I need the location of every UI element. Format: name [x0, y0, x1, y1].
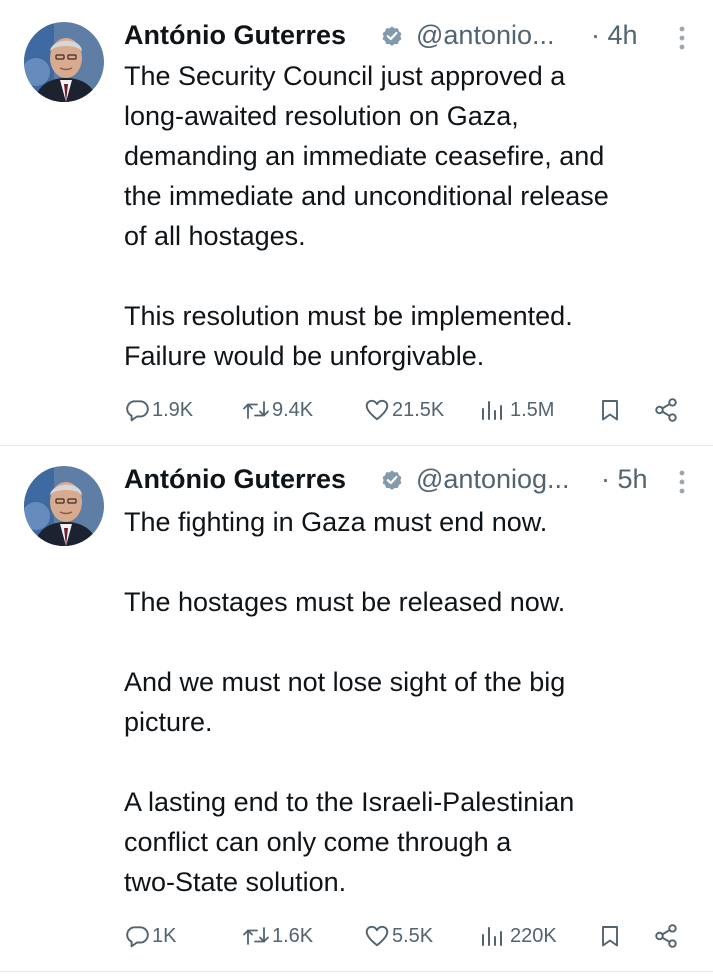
views-button[interactable]: 1.5M [480, 392, 554, 428]
share-icon [655, 924, 677, 948]
tweet-header: António Guterres @antoniog... · 5h [124, 460, 694, 500]
heart-icon [365, 399, 389, 421]
tweet-actions: 1K 1.6K 5.5K 220K [124, 918, 694, 954]
tweet[interactable]: António Guterres @antonio... · 4h The Se… [0, 0, 713, 445]
verified-badge-icon [382, 26, 402, 46]
share-button[interactable] [652, 392, 680, 428]
bookmark-button[interactable] [598, 918, 622, 954]
share-icon [655, 398, 677, 422]
reply-bubble-icon [126, 926, 149, 948]
share-button[interactable] [652, 918, 680, 954]
repost-button[interactable]: 9.4K [242, 392, 313, 428]
reply-count: 1K [152, 924, 177, 947]
repost-count: 9.4K [272, 398, 314, 421]
views-button[interactable]: 220K [480, 918, 557, 954]
bookmark-button[interactable] [598, 392, 622, 428]
tweet-text: The fighting in Gaza must end now. The h… [124, 507, 575, 897]
avatar[interactable] [24, 22, 104, 102]
repost-count: 1.6K [272, 924, 314, 947]
author-name[interactable]: António Guterres [124, 464, 346, 495]
bar-chart-icon [482, 401, 502, 420]
bookmark-icon [602, 926, 618, 947]
tweet-text: The Security Council just approved a lon… [124, 61, 609, 371]
repost-arrows-icon [243, 401, 269, 419]
timestamp[interactable]: · 5h [601, 464, 648, 495]
like-count: 21.5K [392, 398, 445, 421]
tweet[interactable]: António Guterres @antoniog... · 5h The f… [0, 446, 713, 971]
avatar[interactable] [24, 466, 104, 546]
bookmark-icon [602, 400, 618, 421]
heart-icon [365, 925, 389, 947]
like-button[interactable]: 21.5K [364, 392, 444, 428]
more-dots-icon[interactable] [672, 468, 692, 496]
bar-chart-icon [482, 927, 502, 946]
author-handle[interactable]: @antonio... [416, 20, 555, 51]
reply-button[interactable]: 1.9K [124, 392, 193, 428]
tweet-header: António Guterres @antonio... · 4h [124, 16, 694, 56]
divider [0, 971, 713, 972]
tweet-actions: 1.9K 9.4K 21.5K 1.5M [124, 392, 694, 428]
more-dots-icon[interactable] [672, 24, 692, 52]
views-count: 1.5M [510, 398, 555, 421]
repost-button[interactable]: 1.6K [242, 918, 313, 954]
author-name[interactable]: António Guterres [124, 20, 346, 51]
like-button[interactable]: 5.5K [364, 918, 433, 954]
views-count: 220K [510, 924, 557, 947]
reply-count: 1.9K [152, 398, 194, 421]
reply-bubble-icon [126, 400, 149, 422]
verified-badge-icon [382, 470, 402, 490]
like-count: 5.5K [392, 924, 434, 947]
timestamp[interactable]: · 4h [591, 20, 638, 51]
repost-arrows-icon [243, 927, 269, 945]
reply-button[interactable]: 1K [124, 918, 176, 954]
author-handle[interactable]: @antoniog... [416, 464, 570, 495]
